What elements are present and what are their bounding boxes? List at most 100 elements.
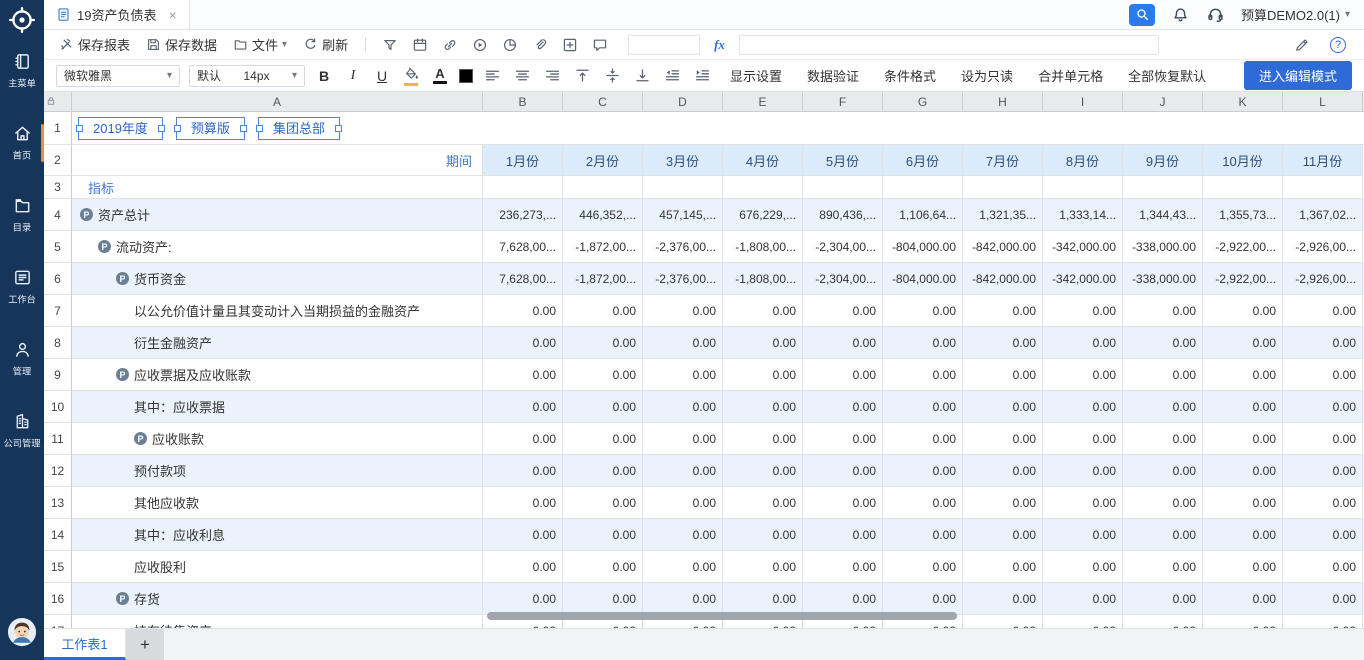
font-family-select[interactable]: 微软雅黑 ▾ — [56, 65, 180, 87]
data-cell[interactable]: 0.00 — [1283, 455, 1363, 487]
bold-button[interactable]: B — [314, 68, 334, 84]
data-cell[interactable]: 0.00 — [643, 295, 723, 327]
row-label-cell[interactable]: P流动资产: — [72, 231, 483, 263]
display-settings-button[interactable]: 显示设置 — [730, 66, 782, 85]
data-cell[interactable]: 0.00 — [483, 391, 563, 423]
data-cell[interactable]: 0.00 — [883, 359, 963, 391]
column-header-F[interactable]: F — [803, 92, 883, 111]
row-number-5[interactable]: 5 — [44, 231, 72, 263]
data-cell[interactable]: 0.00 — [803, 455, 883, 487]
data-cell[interactable]: 0.00 — [883, 583, 963, 615]
data-cell[interactable]: 446,352,... — [563, 199, 643, 231]
save-report-button[interactable]: 保存报表 — [54, 35, 135, 54]
data-cell[interactable]: 0.00 — [483, 327, 563, 359]
filter-chip-2[interactable]: 预算版 — [176, 117, 245, 140]
comment-icon[interactable] — [592, 37, 608, 53]
data-cell[interactable]: 676,229,... — [723, 199, 803, 231]
data-cell[interactable]: 0.00 — [1123, 519, 1203, 551]
data-cell[interactable]: 0.00 — [803, 391, 883, 423]
pie-chart-icon[interactable] — [502, 37, 518, 53]
row-number-9[interactable]: 9 — [44, 359, 72, 391]
data-cell[interactable]: 0.00 — [1043, 327, 1123, 359]
data-cell[interactable]: 0.00 — [483, 519, 563, 551]
data-cell[interactable]: -338,000.00 — [1123, 231, 1203, 263]
data-cell[interactable]: 0.00 — [563, 391, 643, 423]
sidebar-item-home[interactable]: 首页 — [0, 124, 44, 162]
column-header-A[interactable]: A — [72, 92, 483, 111]
row-number-15[interactable]: 15 — [44, 551, 72, 583]
indicator-label-cell[interactable]: 指标 — [72, 176, 483, 199]
data-cell[interactable]: 0.00 — [1283, 583, 1363, 615]
data-cell[interactable]: -842,000.00 — [963, 263, 1043, 295]
data-cell[interactable]: 0.00 — [1283, 359, 1363, 391]
data-cell[interactable]: 0.00 — [963, 295, 1043, 327]
row-label-cell[interactable]: 衍生金融资产 — [72, 327, 483, 359]
data-cell[interactable]: 0.00 — [1203, 583, 1283, 615]
data-cell[interactable]: 0.00 — [1283, 295, 1363, 327]
row-number-11[interactable]: 11 — [44, 423, 72, 455]
drill-icon[interactable]: P — [116, 272, 129, 285]
enter-edit-mode-button[interactable]: 进入编辑模式 — [1244, 61, 1352, 90]
data-cell[interactable]: -804,000.00 — [883, 231, 963, 263]
sidebar-item-company-admin[interactable]: 公司管理 — [0, 412, 44, 450]
drill-icon[interactable]: P — [116, 592, 129, 605]
drill-icon[interactable]: P — [134, 432, 147, 445]
data-cell[interactable]: 0.00 — [1043, 295, 1123, 327]
data-cell[interactable]: 0.00 — [563, 551, 643, 583]
save-data-button[interactable]: 保存数据 — [141, 35, 222, 54]
data-cell[interactable]: 0.00 — [1203, 519, 1283, 551]
column-header-J[interactable]: J — [1123, 92, 1203, 111]
row-number-1[interactable]: 1 — [44, 112, 72, 145]
link-icon[interactable] — [442, 37, 458, 53]
data-cell[interactable]: 0.00 — [803, 487, 883, 519]
data-cell[interactable]: 0.00 — [1123, 551, 1203, 583]
month-header-11[interactable]: 11月份 — [1283, 145, 1363, 176]
pencil-icon[interactable] — [1294, 37, 1310, 53]
data-cell[interactable]: 0.00 — [643, 583, 723, 615]
data-cell[interactable]: 0.00 — [483, 295, 563, 327]
data-cell[interactable]: -1,872,00... — [563, 263, 643, 295]
data-cell[interactable]: 0.00 — [1043, 487, 1123, 519]
align-right-icon[interactable] — [544, 67, 561, 84]
data-cell[interactable]: 0.00 — [1043, 359, 1123, 391]
data-cell[interactable]: 0.00 — [803, 295, 883, 327]
row-number-4[interactable]: 4 — [44, 199, 72, 231]
data-cell[interactable]: 0.00 — [963, 391, 1043, 423]
row-label-cell[interactable]: 以公允价值计量且其变动计入当期损益的金融资产 — [72, 295, 483, 327]
sidebar-item-main-menu[interactable]: 主菜单 — [0, 52, 44, 90]
month-header-1[interactable]: 1月份 — [483, 145, 563, 176]
month-header-8[interactable]: 8月份 — [1043, 145, 1123, 176]
data-cell[interactable]: 0.00 — [723, 519, 803, 551]
row-label-cell[interactable]: P应收账款 — [72, 423, 483, 455]
data-cell[interactable]: 0.00 — [723, 391, 803, 423]
data-cell[interactable]: 0.00 — [883, 327, 963, 359]
data-cell[interactable]: 0.00 — [963, 455, 1043, 487]
italic-button[interactable]: I — [343, 68, 363, 84]
file-menu-button[interactable]: 文件 ▾ — [228, 35, 292, 54]
data-cell[interactable]: 0.00 — [963, 327, 1043, 359]
row-label-cell[interactable]: 应收股利 — [72, 551, 483, 583]
merge-cells-button[interactable]: 合并单元格 — [1038, 66, 1103, 85]
data-cell[interactable]: 0.00 — [563, 327, 643, 359]
data-cell[interactable]: 0.00 — [723, 359, 803, 391]
empty-cell[interactable] — [723, 176, 803, 199]
data-cell[interactable]: 0.00 — [1283, 391, 1363, 423]
row-label-cell[interactable]: P存货 — [72, 583, 483, 615]
data-cell[interactable]: -1,808,00... — [723, 231, 803, 263]
data-cell[interactable]: 1,106,64... — [883, 199, 963, 231]
sidebar-item-admin[interactable]: 管理 — [0, 340, 44, 378]
search-button[interactable] — [1129, 4, 1155, 26]
data-cell[interactable]: 0.00 — [643, 391, 723, 423]
data-cell[interactable]: 0.00 — [643, 455, 723, 487]
indent-increase-icon[interactable] — [694, 67, 711, 84]
formula-input[interactable] — [739, 35, 1159, 55]
data-cell[interactable]: 0.00 — [803, 359, 883, 391]
tab-close-icon[interactable]: × — [168, 8, 176, 22]
data-cell[interactable]: -342,000.00 — [1043, 263, 1123, 295]
font-color-button[interactable]: A — [430, 67, 450, 84]
data-cell[interactable]: 0.00 — [563, 487, 643, 519]
data-cell[interactable]: 1,333,14... — [1043, 199, 1123, 231]
data-cell[interactable]: 0.00 — [483, 583, 563, 615]
row-label-cell[interactable]: 其他应收款 — [72, 487, 483, 519]
data-cell[interactable]: 1,321,35... — [963, 199, 1043, 231]
